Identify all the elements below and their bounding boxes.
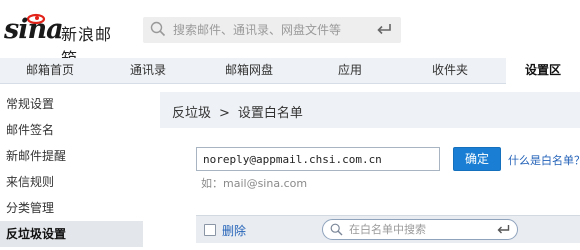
what-is-whitelist-link[interactable]: 什么是白名单？ xyxy=(508,152,580,168)
nav-item-apps[interactable]: 应用 xyxy=(302,58,398,84)
global-search[interactable] xyxy=(143,17,401,43)
whitelist-search[interactable] xyxy=(322,219,518,240)
breadcrumb-separator: > xyxy=(219,106,230,121)
email-format-hint: 如：mail@sina.com xyxy=(201,177,308,190)
breadcrumb-current: 设置白名单 xyxy=(237,106,303,121)
delete-button[interactable]: 删除 xyxy=(222,222,246,239)
breadcrumb-parent[interactable]: 反垃圾 xyxy=(172,106,211,121)
logo-sina-text: sina xyxy=(4,14,64,45)
main-nav: 邮箱首页 通讯录 邮箱网盘 应用 收件夹 设置区 xyxy=(0,58,580,85)
sidebar-item-signature[interactable]: 邮件签名 xyxy=(0,117,143,143)
confirm-button[interactable]: 确定 xyxy=(453,147,501,171)
global-search-input[interactable] xyxy=(173,17,363,43)
whitelist-toolbar: 删除 xyxy=(196,215,580,243)
breadcrumb-bar: 反垃圾 > 设置白名单 xyxy=(160,92,580,128)
nav-item-inbox[interactable]: 收件夹 xyxy=(398,58,502,84)
nav-item-netdisk[interactable]: 邮箱网盘 xyxy=(196,58,302,84)
whitelist-email-field[interactable] xyxy=(196,147,440,171)
sidebar-item-mail-rules[interactable]: 来信规则 xyxy=(0,169,143,195)
nav-item-mailbox-home[interactable]: 邮箱首页 xyxy=(0,58,100,84)
whitelist-search-input[interactable] xyxy=(349,220,489,239)
sidebar-item-antispam[interactable]: 反垃圾设置 xyxy=(0,221,143,247)
top-header: sina 新浪邮箱 xyxy=(0,0,580,68)
sidebar-item-new-mail-alert[interactable]: 新邮件提醒 xyxy=(0,143,143,169)
select-all-checkbox[interactable] xyxy=(204,224,216,236)
settings-sidebar: 常规设置 邮件签名 新邮件提醒 来信规则 分类管理 反垃圾设置 xyxy=(0,91,148,250)
sidebar-item-category[interactable]: 分类管理 xyxy=(0,195,143,221)
search-icon xyxy=(330,223,343,236)
enter-icon[interactable] xyxy=(376,23,392,37)
enter-icon[interactable] xyxy=(496,224,510,236)
settings-content: 反垃圾 > 设置白名单 确定 什么是白名单？ 如：mail@sina.com 删除 xyxy=(160,92,580,250)
search-icon xyxy=(150,21,166,37)
breadcrumb: 反垃圾 > 设置白名单 xyxy=(172,102,303,121)
sidebar-item-general[interactable]: 常规设置 xyxy=(0,91,143,117)
nav-item-contacts[interactable]: 通讯录 xyxy=(100,58,196,84)
nav-item-settings[interactable]: 设置区 xyxy=(506,58,580,85)
sina-mail-logo[interactable]: sina 新浪邮箱 xyxy=(4,12,122,68)
